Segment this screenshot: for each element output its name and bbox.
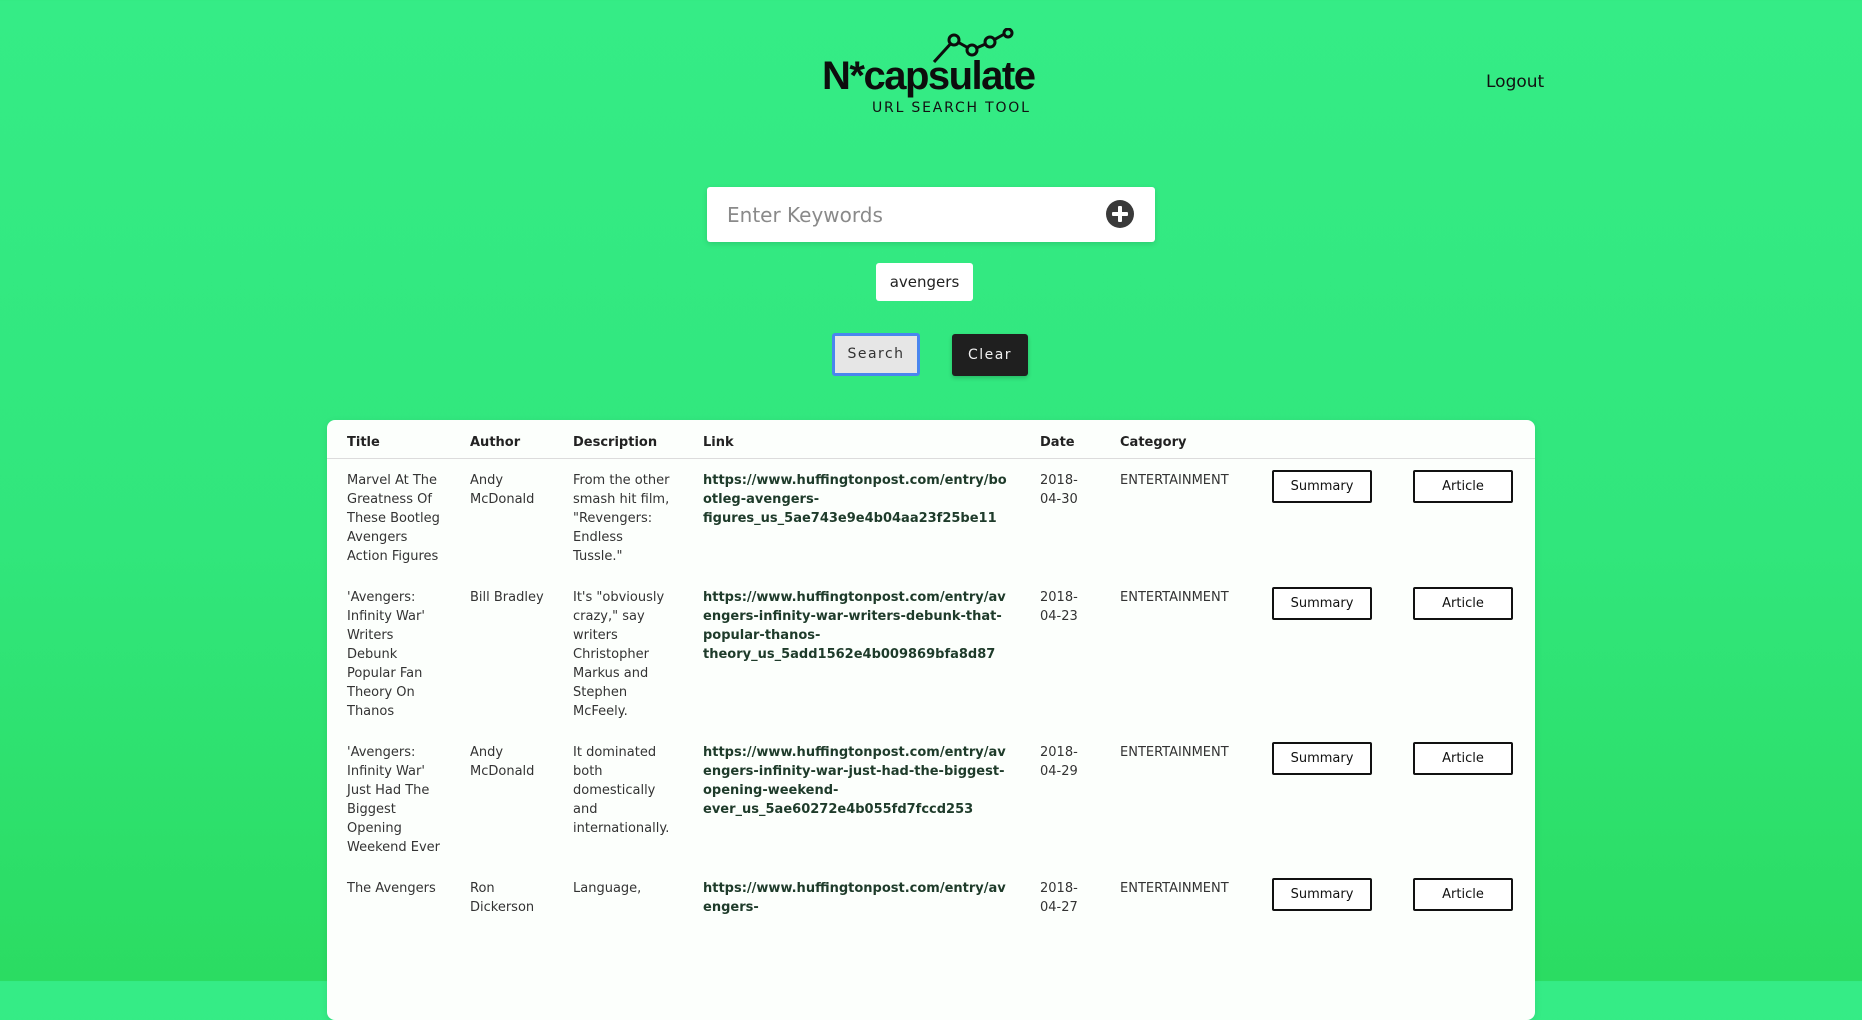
- logo-subtitle: URL SEARCH TOOL: [872, 100, 1031, 116]
- column-header-article: [1393, 420, 1535, 459]
- cell-date: 2018-04-23: [1040, 590, 1078, 624]
- cell-author: Bill Bradley: [470, 590, 544, 605]
- cell-title: The Avengers: [347, 881, 436, 896]
- cell-link[interactable]: https://www.huffingtonpost.com/entry/ave…: [683, 867, 1020, 927]
- table-row: 'Avengers: Infinity War' Writers Debunk …: [327, 576, 1535, 731]
- plus-circle-icon[interactable]: [1106, 200, 1134, 228]
- cell-date: 2018-04-29: [1040, 745, 1078, 779]
- table-row: Marvel At The Greatness Of These Bootleg…: [327, 459, 1535, 577]
- cell-category: ENTERTAINMENT: [1120, 590, 1229, 605]
- column-header-summary: [1252, 420, 1393, 459]
- article-button[interactable]: Article: [1413, 587, 1513, 620]
- cell-summary: Summary: [1252, 576, 1393, 731]
- column-header-link: Link: [683, 420, 1020, 459]
- column-header-date: Date: [1020, 420, 1100, 459]
- cell-author: Andy McDonald: [470, 745, 535, 779]
- cell-author: Ron Dickerson: [470, 881, 535, 915]
- summary-button[interactable]: Summary: [1272, 587, 1372, 620]
- summary-button[interactable]: Summary: [1272, 742, 1372, 775]
- summary-button[interactable]: Summary: [1272, 470, 1372, 503]
- cell-category: ENTERTAINMENT: [1120, 473, 1229, 488]
- cell-link[interactable]: https://www.huffingtonpost.com/entry/ave…: [683, 576, 1020, 731]
- cell-description: From the other smash hit film, "Revenger…: [573, 473, 670, 564]
- column-header-author: Author: [450, 420, 553, 459]
- cell-author: Andy McDonald: [470, 473, 535, 507]
- cell-article: Article: [1393, 867, 1535, 927]
- app-logo: N*capsulate URL SEARCH TOOL: [820, 28, 1050, 123]
- article-button[interactable]: Article: [1413, 742, 1513, 775]
- cell-description: Language,: [573, 881, 642, 896]
- cell-description: It dominated both domestically and inter…: [573, 745, 670, 836]
- cell-summary: Summary: [1252, 731, 1393, 867]
- keyword-chip[interactable]: avengers: [876, 263, 973, 301]
- article-button[interactable]: Article: [1413, 878, 1513, 911]
- cell-article: Article: [1393, 459, 1535, 577]
- table-row: The Avengers Ron Dickerson Language, htt…: [327, 867, 1535, 927]
- logout-link[interactable]: Logout: [1486, 72, 1544, 92]
- logo-wordmark: N*capsulate: [822, 54, 1036, 98]
- results-table-card: Title Author Description Link Date Categ…: [327, 420, 1535, 1020]
- cell-summary: Summary: [1252, 459, 1393, 577]
- results-table: Title Author Description Link Date Categ…: [327, 420, 1535, 927]
- cell-description: It's "obviously crazy," say writers Chri…: [573, 590, 665, 719]
- cell-title: Marvel At The Greatness Of These Bootleg…: [347, 473, 440, 564]
- column-header-category: Category: [1100, 420, 1252, 459]
- cell-date: 2018-04-27: [1040, 881, 1078, 915]
- cell-title: 'Avengers: Infinity War' Just Had The Bi…: [347, 745, 441, 855]
- keyword-input[interactable]: [725, 197, 1089, 233]
- cell-title: 'Avengers: Infinity War' Writers Debunk …: [347, 590, 425, 719]
- clear-button[interactable]: Clear: [952, 334, 1028, 376]
- cell-link[interactable]: https://www.huffingtonpost.com/entry/ave…: [683, 731, 1020, 867]
- table-row: 'Avengers: Infinity War' Just Had The Bi…: [327, 731, 1535, 867]
- cell-date: 2018-04-30: [1040, 473, 1078, 507]
- cell-category: ENTERTAINMENT: [1120, 881, 1229, 896]
- search-button[interactable]: Search: [832, 333, 920, 376]
- column-header-title: Title: [327, 420, 450, 459]
- cell-article: Article: [1393, 576, 1535, 731]
- summary-button[interactable]: Summary: [1272, 878, 1372, 911]
- table-header-row: Title Author Description Link Date Categ…: [327, 420, 1535, 459]
- cell-article: Article: [1393, 731, 1535, 867]
- article-button[interactable]: Article: [1413, 470, 1513, 503]
- column-header-description: Description: [553, 420, 683, 459]
- keyword-search-box: [707, 187, 1155, 242]
- cell-link[interactable]: https://www.huffingtonpost.com/entry/boo…: [683, 459, 1020, 577]
- cell-category: ENTERTAINMENT: [1120, 745, 1229, 760]
- cell-summary: Summary: [1252, 867, 1393, 927]
